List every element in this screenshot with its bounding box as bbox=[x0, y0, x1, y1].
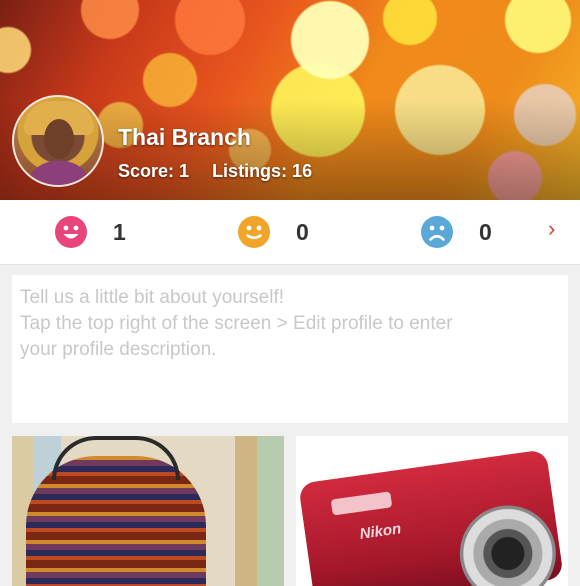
happy-face-icon bbox=[55, 216, 87, 248]
profile-banner: Thai Branch Score: 1 Listings: 16 bbox=[0, 0, 580, 200]
listing-card[interactable] bbox=[12, 436, 284, 586]
rating-positive[interactable]: 1 bbox=[55, 215, 126, 249]
neutral-count: 0 bbox=[296, 218, 309, 245]
description-placeholder-line: Tell us a little bit about yourself! bbox=[20, 287, 285, 308]
avatar-face bbox=[44, 119, 74, 159]
profile-description-box[interactable]: Tell us a little bit about yourself! Tap… bbox=[12, 275, 568, 423]
patterned-halter-top-photo bbox=[12, 436, 284, 586]
halter-top-strap bbox=[52, 436, 180, 480]
neutral-face-icon bbox=[238, 216, 270, 248]
score-label: Score: 1 bbox=[118, 161, 190, 181]
rating-negative[interactable]: 0 bbox=[421, 215, 492, 249]
description-placeholder-line: your profile description. bbox=[20, 339, 217, 360]
sad-face-icon bbox=[421, 216, 453, 248]
listings-count-label: Listings: 16 bbox=[212, 161, 313, 181]
negative-count: 0 bbox=[479, 218, 492, 245]
chevron-right-icon[interactable]: › bbox=[548, 216, 555, 242]
rating-neutral[interactable]: 0 bbox=[238, 215, 309, 249]
profile-name: Thai Branch bbox=[118, 124, 251, 150]
avatar[interactable] bbox=[12, 95, 104, 187]
red-nikon-camera-photo: Nikon bbox=[296, 436, 568, 586]
positive-count: 1 bbox=[113, 218, 126, 245]
profile-stats: Score: 1 Listings: 16 bbox=[118, 161, 330, 182]
description-placeholder-line: Tap the top right of the screen > Edit p… bbox=[20, 313, 453, 334]
camera-body: Nikon bbox=[298, 449, 564, 586]
camera-flash bbox=[330, 491, 393, 516]
camera-lens bbox=[453, 499, 563, 586]
avatar-shirt bbox=[26, 161, 92, 185]
ratings-bar: 1 0 0 › bbox=[0, 200, 580, 265]
listing-card[interactable]: Nikon bbox=[296, 436, 568, 586]
camera-brand-text: Nikon bbox=[358, 520, 403, 543]
